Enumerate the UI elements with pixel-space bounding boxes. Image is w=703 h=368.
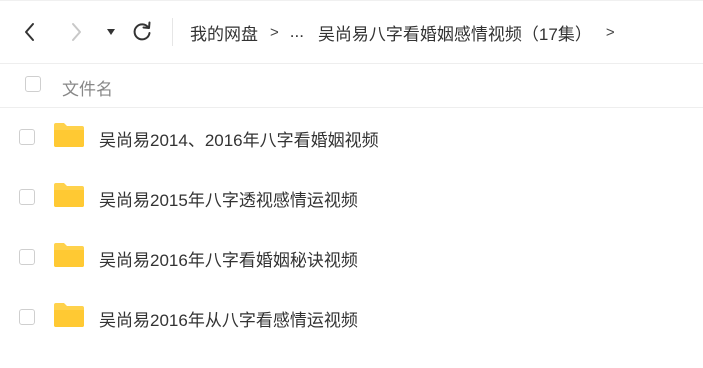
breadcrumb-root[interactable]: 我的网盘 bbox=[190, 20, 258, 45]
list-item[interactable]: 吴尚易2015年八字透视感情运视频 bbox=[0, 168, 703, 228]
refresh-button[interactable] bbox=[128, 18, 156, 46]
folder-icon bbox=[54, 183, 84, 207]
top-divider bbox=[0, 0, 703, 1]
file-name[interactable]: 吴尚易2015年八字透视感情运视频 bbox=[99, 186, 358, 211]
folder-icon bbox=[54, 303, 84, 327]
list-header: 文件名 bbox=[0, 63, 703, 108]
breadcrumb-separator: > bbox=[270, 23, 279, 41]
chevron-right-icon bbox=[72, 23, 81, 41]
file-name[interactable]: 吴尚易2014、2016年八字看婚姻视频 bbox=[99, 126, 379, 151]
list-item[interactable]: 吴尚易2016年八字看婚姻秘诀视频 bbox=[0, 228, 703, 288]
breadcrumb-ellipsis[interactable]: ... bbox=[290, 22, 304, 42]
folder-icon bbox=[54, 243, 84, 267]
select-all-checkbox[interactable] bbox=[25, 76, 41, 92]
list-item[interactable]: 吴尚易2016年从八字看感情运视频 bbox=[0, 288, 703, 348]
breadcrumb-current: 吴尚易八字看婚姻感情视频（17集） bbox=[317, 24, 592, 44]
column-header-filename[interactable]: 文件名 bbox=[62, 75, 113, 100]
row-checkbox[interactable] bbox=[19, 189, 35, 205]
row-checkbox[interactable] bbox=[19, 129, 35, 145]
toolbar-divider bbox=[172, 18, 173, 46]
caret-down-icon bbox=[107, 29, 115, 35]
row-checkbox[interactable] bbox=[19, 249, 35, 265]
file-name[interactable]: 吴尚易2016年从八字看感情运视频 bbox=[99, 306, 358, 331]
history-dropdown-button[interactable] bbox=[98, 18, 124, 46]
forward-button[interactable] bbox=[62, 18, 90, 46]
refresh-icon bbox=[133, 21, 151, 41]
breadcrumb: 我的网盘 > ... 吴尚易八字看婚姻感情视频（17集） > bbox=[190, 20, 626, 44]
file-name[interactable]: 吴尚易2016年八字看婚姻秘诀视频 bbox=[99, 246, 358, 271]
toolbar: 我的网盘 > ... 吴尚易八字看婚姻感情视频（17集） > bbox=[0, 0, 703, 64]
breadcrumb-expand-button[interactable]: > bbox=[606, 24, 615, 41]
row-checkbox[interactable] bbox=[19, 309, 35, 325]
folder-icon bbox=[54, 123, 84, 147]
back-button[interactable] bbox=[16, 18, 44, 46]
list-item[interactable]: 吴尚易2014、2016年八字看婚姻视频 bbox=[0, 108, 703, 168]
chevron-left-icon bbox=[25, 23, 34, 41]
